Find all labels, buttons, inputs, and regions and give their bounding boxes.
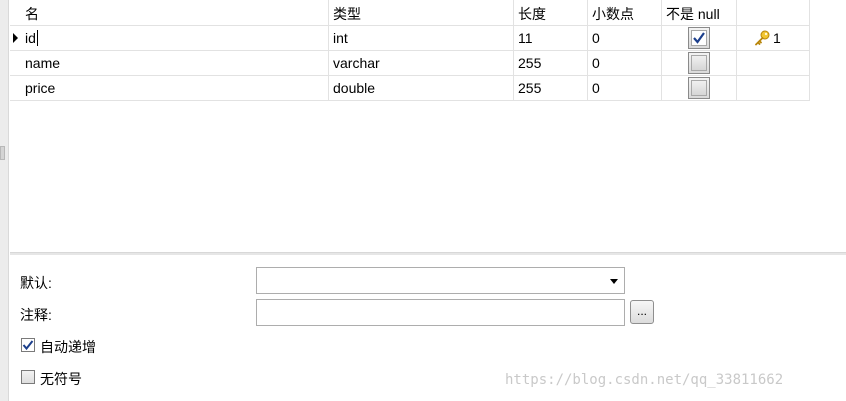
field-decimals-cell[interactable]: 0	[588, 76, 662, 100]
comment-input[interactable]	[256, 299, 625, 326]
key-icon	[755, 30, 770, 46]
primary-key-cell[interactable]	[737, 51, 810, 75]
text-cursor	[36, 30, 38, 46]
field-decimals-cell[interactable]: 0	[588, 26, 662, 50]
not-null-checkbox[interactable]	[688, 77, 710, 99]
grid-header: 名 类型 长度 小数点 不是 null	[10, 0, 810, 26]
comment-label: 注释:	[20, 307, 52, 323]
column-header-length[interactable]: 长度	[514, 0, 588, 25]
auto-increment-label[interactable]: 自动递增	[40, 337, 96, 357]
not-null-checkbox[interactable]	[688, 27, 710, 49]
field-length-cell[interactable]: 255	[514, 76, 588, 100]
row-indicator	[10, 76, 21, 100]
not-null-cell	[662, 76, 737, 100]
checkbox-inner	[691, 30, 707, 46]
field-length-cell[interactable]: 11	[514, 26, 588, 50]
field-name-text: id	[25, 30, 36, 46]
default-value-combobox[interactable]	[256, 267, 625, 294]
default-label: 默认:	[20, 275, 52, 291]
primary-key-order: 1	[773, 30, 781, 46]
header-indicator-cell	[10, 0, 21, 25]
field-type-cell[interactable]: varchar	[329, 51, 514, 75]
not-null-cell	[662, 26, 737, 50]
chevron-down-icon[interactable]	[610, 279, 618, 284]
pane-splitter[interactable]	[10, 252, 846, 255]
not-null-cell	[662, 51, 737, 75]
column-header-type[interactable]: 类型	[329, 0, 514, 25]
checkbox-inner	[691, 55, 707, 71]
table-row[interactable]: id int 11 0 1	[10, 26, 810, 51]
column-header-name[interactable]: 名	[21, 0, 329, 25]
checkbox-inner	[691, 80, 707, 96]
watermark-text: https://blog.csdn.net/qq_33811662	[505, 372, 784, 388]
table-row[interactable]: price double 255 0	[10, 76, 810, 101]
checkmark-icon	[22, 340, 34, 351]
primary-key-cell[interactable]	[737, 76, 810, 100]
column-header-key[interactable]	[737, 0, 810, 25]
unsigned-label[interactable]: 无符号	[40, 369, 82, 389]
field-decimals-cell[interactable]: 0	[588, 51, 662, 75]
column-header-not-null[interactable]: 不是 null	[662, 0, 737, 25]
comment-edit-button[interactable]: ...	[630, 300, 654, 324]
panel-splitter-handle[interactable]	[0, 146, 5, 160]
field-name-cell[interactable]: id	[21, 26, 329, 50]
not-null-checkbox[interactable]	[688, 52, 710, 74]
unsigned-checkbox[interactable]	[21, 370, 35, 384]
window-left-edge	[0, 0, 9, 401]
field-type-cell[interactable]: double	[329, 76, 514, 100]
checkmark-icon	[693, 32, 705, 44]
field-grid: 名 类型 长度 小数点 不是 null id int 11 0 1 name v…	[10, 0, 810, 101]
row-indicator	[10, 26, 21, 50]
column-header-decimals[interactable]: 小数点	[588, 0, 662, 25]
field-length-cell[interactable]: 255	[514, 51, 588, 75]
table-row[interactable]: name varchar 255 0	[10, 51, 810, 76]
triangle-right-icon	[13, 33, 18, 43]
primary-key-cell[interactable]: 1	[737, 26, 810, 50]
field-type-cell[interactable]: int	[329, 26, 514, 50]
field-name-cell[interactable]: price	[21, 76, 329, 100]
row-indicator	[10, 51, 21, 75]
field-name-cell[interactable]: name	[21, 51, 329, 75]
auto-increment-checkbox[interactable]	[21, 338, 35, 352]
